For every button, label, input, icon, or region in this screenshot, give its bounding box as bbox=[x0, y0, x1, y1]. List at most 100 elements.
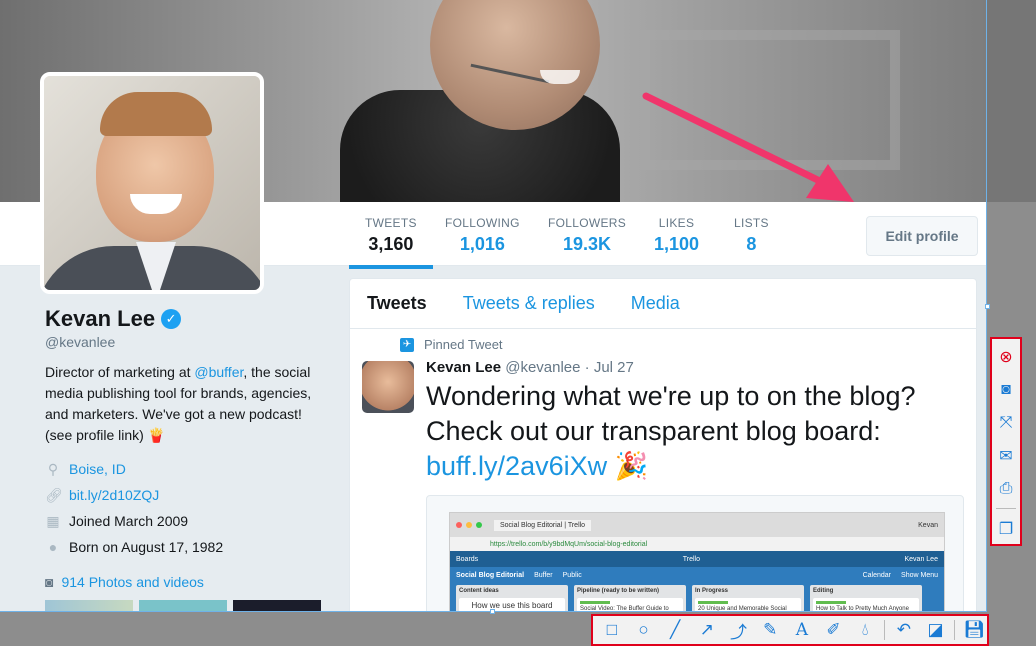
trello-boards-button: Boards bbox=[456, 555, 479, 563]
capture-draw-toolbar: □ ○ ╱ ↗ ⤴ ✎ A ✐ 💧︎ ↶ ◪ 💾︎ bbox=[591, 614, 989, 646]
browser-address: https://trello.com/b/y9bdMqUm/social-blo… bbox=[450, 537, 944, 551]
maximize-dot-icon bbox=[476, 522, 482, 528]
mail-icon[interactable]: ✉ bbox=[995, 442, 1017, 469]
trello-board-visibility: Public bbox=[562, 571, 582, 579]
tweet-text: Wondering what we're up to on the blog? … bbox=[426, 379, 966, 484]
tab-tweets[interactable]: Tweets bbox=[367, 293, 427, 314]
stat-value: 8 bbox=[746, 234, 757, 254]
tab-media[interactable]: Media bbox=[631, 293, 680, 314]
bio-mention-link[interactable]: @buffer bbox=[194, 364, 243, 380]
brush-icon[interactable]: ✎ bbox=[757, 618, 783, 642]
curved-arrow-icon[interactable]: ⤴ bbox=[726, 618, 752, 642]
birthday-row: ● Born on August 17, 1982 bbox=[45, 538, 315, 556]
ellipse-icon[interactable]: ○ bbox=[631, 618, 657, 642]
list-title: Content ideas bbox=[459, 588, 499, 594]
resize-handle[interactable] bbox=[490, 609, 495, 614]
stat-value: 1,016 bbox=[459, 234, 505, 254]
tweets-panel: Tweets Tweets & replies Media ✈ Pinned T… bbox=[349, 278, 977, 618]
location-pin-icon: ⚲ bbox=[47, 460, 59, 477]
link-icon: 🔗︎ bbox=[45, 486, 63, 503]
undo-icon[interactable]: ↶ bbox=[891, 618, 917, 642]
save-icon[interactable]: 💾︎ bbox=[961, 618, 987, 642]
tweet-author[interactable]: Kevan Lee bbox=[426, 359, 501, 376]
trello-board-team: Buffer bbox=[534, 571, 553, 579]
window-gutter bbox=[986, 0, 1036, 646]
stat-label: LISTS bbox=[734, 216, 769, 230]
trello-board-bar: Social Blog Editorial Buffer Public Cale… bbox=[450, 567, 944, 583]
eraser-icon[interactable]: ◪ bbox=[923, 618, 949, 642]
stat-lists[interactable]: LISTS 8 bbox=[734, 216, 769, 255]
tweet-avatar[interactable] bbox=[362, 361, 414, 413]
line-icon[interactable]: ╱ bbox=[662, 618, 688, 642]
toolbar-divider bbox=[954, 620, 956, 640]
stat-label: TWEETS bbox=[365, 216, 417, 230]
stat-followers[interactable]: FOLLOWERS 19.3K bbox=[548, 216, 626, 255]
bio-text: Director of marketing at bbox=[45, 364, 195, 380]
profile-name-row: Kevan Lee ✓ bbox=[45, 306, 315, 332]
list-title: Editing bbox=[813, 588, 834, 594]
profile-avatar[interactable] bbox=[40, 72, 264, 294]
arrow-icon[interactable]: ↗ bbox=[694, 618, 720, 642]
stat-tweets[interactable]: TWEETS 3,160 bbox=[349, 216, 433, 269]
calendar-icon: ▦ bbox=[46, 512, 60, 529]
card-label bbox=[698, 601, 728, 604]
stat-value: 19.3K bbox=[563, 234, 612, 254]
trello-screenshot: Social Blog Editorial | Trello Kevan htt… bbox=[449, 512, 945, 617]
pinned-label: ✈ Pinned Tweet bbox=[400, 337, 503, 352]
trello-board-name: Social Blog Editorial bbox=[456, 571, 525, 579]
trello-logo: Trello bbox=[682, 555, 700, 563]
party-popper-icon: 🎉 bbox=[614, 451, 649, 481]
balloon-icon: ● bbox=[48, 539, 58, 555]
verified-badge-icon: ✓ bbox=[161, 309, 182, 329]
trello-calendar: Calendar bbox=[862, 571, 892, 579]
profile-bio: Director of marketing at @buffer, the so… bbox=[45, 362, 315, 446]
browser-user: Kevan bbox=[918, 521, 938, 529]
close-circle-icon[interactable]: ⊗ bbox=[995, 343, 1017, 370]
stat-label: FOLLOWING bbox=[445, 216, 520, 230]
close-dot-icon bbox=[456, 522, 462, 528]
edit-profile-button[interactable]: Edit profile bbox=[866, 216, 978, 256]
rectangle-icon[interactable]: □ bbox=[599, 618, 625, 642]
tweet-handle[interactable]: @kevanlee bbox=[505, 359, 580, 376]
website-row: 🔗︎ bit.ly/2d10ZQJ bbox=[45, 486, 315, 504]
tweet-media-card[interactable]: Social Blog Editorial | Trello Kevan htt… bbox=[426, 495, 964, 617]
photos-link[interactable]: ◙ 914 Photos and videos bbox=[45, 574, 315, 590]
print-icon[interactable]: ⎙ bbox=[995, 475, 1017, 502]
stat-label: LIKES bbox=[658, 216, 695, 230]
location-row: ⚲ Boise, ID bbox=[45, 460, 315, 478]
minimize-dot-icon bbox=[466, 522, 472, 528]
resize-handle[interactable] bbox=[985, 304, 990, 309]
gutter-top bbox=[986, 0, 1036, 202]
trello-board: Boards Trello Kevan Lee Social Blog Edit… bbox=[450, 551, 944, 617]
stat-label: FOLLOWERS bbox=[548, 216, 627, 230]
stat-likes[interactable]: LIKES 1,100 bbox=[654, 216, 699, 255]
tweet-header: Kevan Lee @kevanlee · Jul 27 bbox=[426, 359, 634, 376]
camera-icon[interactable]: ◙ bbox=[995, 376, 1017, 403]
highlighter-icon[interactable]: ✐ bbox=[821, 618, 847, 642]
profile-name[interactable]: Kevan Lee bbox=[45, 306, 155, 332]
tweet-date[interactable]: · Jul 27 bbox=[585, 359, 634, 376]
website-link[interactable]: bit.ly/2d10ZQJ bbox=[69, 487, 159, 503]
tab-tweets-replies[interactable]: Tweets & replies bbox=[463, 293, 595, 314]
stat-value: 1,100 bbox=[654, 234, 700, 254]
profile-handle: @kevanlee bbox=[45, 334, 116, 350]
stat-following[interactable]: FOLLOWING 1,016 bbox=[445, 216, 520, 255]
trello-header: Boards Trello Kevan Lee bbox=[450, 551, 944, 567]
list-title: Pipeline (ready to be written) bbox=[577, 588, 660, 594]
trello-menu: Show Menu bbox=[901, 571, 938, 579]
copy-icon[interactable]: ❐ bbox=[995, 515, 1017, 542]
card-label bbox=[580, 601, 610, 604]
tweet-body: Wondering what we're up to on the blog? … bbox=[426, 381, 916, 446]
blur-icon[interactable]: 💧︎ bbox=[852, 618, 878, 642]
photos-label: 914 Photos and videos bbox=[61, 574, 204, 590]
stat-value: 3,160 bbox=[368, 234, 414, 254]
banner-wall bbox=[640, 30, 900, 170]
screenshot-root: TWEETS 3,160 FOLLOWING 1,016 FOLLOWERS 1… bbox=[0, 0, 1036, 646]
text-icon[interactable]: A bbox=[789, 618, 815, 642]
trello-account: Kevan Lee bbox=[904, 555, 938, 563]
location-link[interactable]: Boise, ID bbox=[69, 461, 126, 477]
tweet-link[interactable]: buff.ly/2av6iXw bbox=[426, 451, 607, 481]
list-title: In Progress bbox=[695, 588, 729, 594]
browser-tab: Social Blog Editorial | Trello bbox=[494, 519, 592, 531]
fullscreen-icon[interactable]: ⤧ bbox=[995, 409, 1017, 436]
